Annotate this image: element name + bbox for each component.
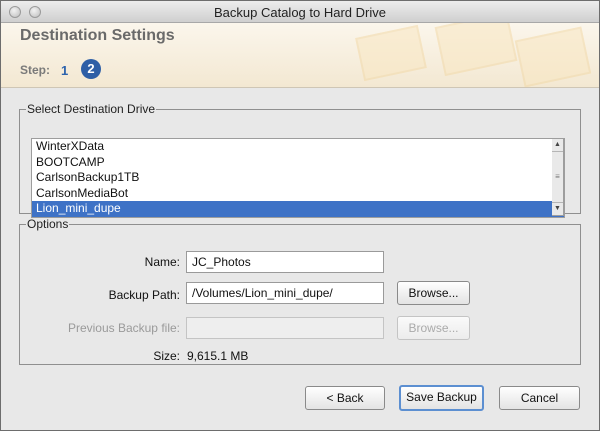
browse-backup-path-button[interactable]: Browse... xyxy=(397,281,470,305)
wizard-header: Destination Settings Step: 1 2 xyxy=(1,23,599,88)
previous-backup-file-input[interactable] xyxy=(186,317,384,339)
save-backup-button[interactable]: Save Backup xyxy=(399,385,484,411)
scroll-down-arrow-icon[interactable]: ▼ xyxy=(552,202,563,215)
backup-dialog-window: Backup Catalog to Hard Drive Destination… xyxy=(0,0,600,431)
size-label: Size: xyxy=(153,349,180,363)
drive-list-item[interactable]: CarlsonBackup1TB xyxy=(32,170,564,186)
title-bar: Backup Catalog to Hard Drive xyxy=(1,1,599,23)
step-2-current: 2 xyxy=(81,59,101,79)
header-photo-decoration xyxy=(299,23,599,87)
scroll-thumb-grip-icon[interactable]: ≡ xyxy=(554,173,561,181)
drive-list-item-selected[interactable]: Lion_mini_dupe xyxy=(32,201,564,217)
options-legend: Options xyxy=(27,217,69,231)
name-input[interactable] xyxy=(186,251,384,273)
size-value: 9,615.1 MB xyxy=(187,349,249,363)
step-label: Step: xyxy=(20,63,50,77)
drive-list-item[interactable]: CarlsonMediaBot xyxy=(32,186,564,202)
backup-path-label: Backup Path: xyxy=(108,288,180,302)
destination-drive-group: Select Destination Drive WinterXData BOO… xyxy=(19,102,581,218)
drive-list-item[interactable]: WinterXData xyxy=(32,139,564,155)
scroll-up-arrow-icon[interactable]: ▲ xyxy=(552,139,563,152)
previous-backup-file-label: Previous Backup file: xyxy=(67,321,180,335)
back-button[interactable]: < Back xyxy=(305,386,385,410)
window-title: Backup Catalog to Hard Drive xyxy=(214,5,386,20)
drive-list-item[interactable]: BOOTCAMP xyxy=(32,155,564,171)
backup-path-input[interactable] xyxy=(186,282,384,304)
step-1-link[interactable]: 1 xyxy=(61,63,68,78)
browse-previous-backup-button[interactable]: Browse... xyxy=(397,316,470,340)
options-group: Options Name: Backup Path: Browse... Pre… xyxy=(19,217,581,365)
destination-drive-legend: Select Destination Drive xyxy=(27,102,156,116)
drive-list-scrollbar[interactable]: ▲ ≡ ▼ xyxy=(552,138,564,216)
name-label: Name: xyxy=(144,255,180,269)
drive-list[interactable]: WinterXData BOOTCAMP CarlsonBackup1TB Ca… xyxy=(31,138,565,218)
page-title: Destination Settings xyxy=(20,27,175,44)
cancel-button[interactable]: Cancel xyxy=(499,386,580,410)
